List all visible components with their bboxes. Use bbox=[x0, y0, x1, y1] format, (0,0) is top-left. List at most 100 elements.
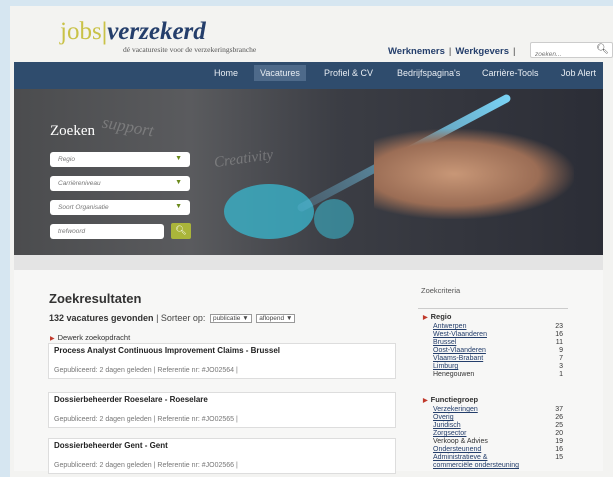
filter-count: 25 bbox=[555, 422, 563, 429]
save-search-label: Dewerk zoekopdracht bbox=[57, 333, 131, 342]
job-title[interactable]: Process Analyst Continuous Improvement C… bbox=[54, 346, 280, 355]
chalk-support: support bbox=[100, 112, 156, 141]
results-count: 132 vacatures gevonden bbox=[49, 313, 154, 323]
filter-count: 16 bbox=[555, 446, 563, 453]
logo-jobs: jobs bbox=[60, 18, 102, 45]
functie-filter-item[interactable]: Verzekeringen 37 bbox=[433, 406, 563, 414]
site-logo[interactable]: jobs|verzekerd bbox=[60, 18, 206, 46]
chevron-down-icon: ▼ bbox=[175, 179, 182, 186]
filter-label: commerciële ondersteuning bbox=[433, 462, 519, 469]
regio-filter-item[interactable]: West-Vlaanderen 16 bbox=[433, 331, 563, 339]
order-select-value: aflopend bbox=[259, 315, 285, 322]
divider: | bbox=[513, 46, 516, 57]
functie-filter-item[interactable]: Zorgsector 20 bbox=[433, 430, 563, 438]
filter-count: 37 bbox=[555, 406, 563, 413]
filter-count: 11 bbox=[555, 339, 563, 346]
functie-filter-item-continued[interactable]: commerciële ondersteuning bbox=[433, 462, 563, 470]
results-title: Zoekresultaten bbox=[49, 291, 142, 306]
regio-filter-item[interactable]: Oost-Vlaanderen 9 bbox=[433, 347, 563, 355]
nav-job-alert[interactable]: Job Alert bbox=[561, 68, 596, 78]
job-card[interactable]: Process Analyst Continuous Improvement C… bbox=[48, 343, 396, 379]
werkgevers-link[interactable]: Werkgevers bbox=[455, 46, 509, 57]
order-select[interactable]: aflopend ▼ bbox=[256, 314, 296, 323]
filter-label: Limburg bbox=[433, 363, 459, 370]
functie-filter-item[interactable]: Overig 26 bbox=[433, 414, 563, 422]
divider: | bbox=[448, 46, 452, 57]
trefwoord-input[interactable]: trefwoord bbox=[50, 224, 164, 239]
search-icon[interactable]: 🔍︎ bbox=[596, 44, 609, 55]
functie-filter-item[interactable]: Juridisch 25 bbox=[433, 422, 563, 430]
regio-filter-item[interactable]: Limburg 3 bbox=[433, 363, 563, 371]
filter-label: Overig bbox=[433, 414, 454, 421]
filter-count: 23 bbox=[555, 323, 563, 330]
regio-filter-item[interactable]: Brussel 11 bbox=[433, 339, 563, 347]
filter-count: 7 bbox=[559, 355, 563, 362]
arrow-right-icon: ▶ bbox=[423, 315, 428, 321]
filter-label: West-Vlaanderen bbox=[433, 331, 487, 338]
job-meta: Gepubliceerd: 2 dagen geleden | Referent… bbox=[54, 367, 238, 374]
arrow-right-icon: ▶ bbox=[423, 398, 428, 404]
chevron-down-icon: ▼ bbox=[175, 155, 182, 162]
job-card[interactable]: Dossierbeheerder Gent - Gent Gepubliceer… bbox=[48, 438, 396, 474]
chevron-down-icon: ▼ bbox=[175, 203, 182, 210]
filter-count: 19 bbox=[555, 438, 563, 445]
hero-banner: support Creativity Zoeken Regio ▼ Carrièr… bbox=[14, 89, 603, 255]
nav-home[interactable]: Home bbox=[214, 68, 238, 78]
functiegroep-heading: ▶ Functiegroep bbox=[423, 395, 478, 404]
filter-label: Juridisch bbox=[433, 422, 461, 429]
soort-organisatie-select[interactable]: Soort Organisatie ▼ bbox=[50, 200, 190, 215]
search-submit-button[interactable]: 🔍︎ bbox=[171, 223, 191, 239]
regio-heading: ▶ Regio bbox=[423, 312, 451, 321]
carriereniveau-select[interactable]: Carrièreniveau ▼ bbox=[50, 176, 190, 191]
soort-organisatie-select-label: Soort Organisatie bbox=[58, 204, 109, 211]
filter-count: 16 bbox=[555, 331, 563, 338]
regio-select-label: Regio bbox=[58, 156, 75, 163]
werknemers-link[interactable]: Werknemers bbox=[388, 46, 445, 57]
filter-label: Oost-Vlaanderen bbox=[433, 347, 486, 354]
paint-splash bbox=[314, 199, 354, 239]
sort-label: Sorteer op: bbox=[160, 313, 206, 323]
search-input[interactable] bbox=[531, 47, 593, 62]
regio-filter-item[interactable]: Vlaams-Brabant 7 bbox=[433, 355, 563, 363]
regio-filter-item[interactable]: Henegouwen 1 bbox=[433, 371, 563, 379]
functie-filter-item[interactable]: Verkoop & Advies 19 bbox=[433, 438, 563, 446]
main-nav: Home Vacatures Profiel & CV Bedrijfspagi… bbox=[14, 62, 603, 89]
nav-vacatures[interactable]: Vacatures bbox=[254, 65, 306, 81]
filter-label: Vlaams-Brabant bbox=[433, 355, 484, 362]
carriereniveau-select-label: Carrièreniveau bbox=[58, 180, 101, 187]
filter-count: 9 bbox=[559, 347, 563, 354]
filter-label: Brussel bbox=[433, 339, 457, 346]
filter-label: Antwerpen bbox=[433, 323, 467, 330]
job-meta: Gepubliceerd: 2 dagen geleden | Referent… bbox=[54, 416, 238, 423]
regio-select[interactable]: Regio ▼ bbox=[50, 152, 190, 167]
hand-graphic bbox=[374, 129, 574, 219]
job-title[interactable]: Dossierbeheerder Gent - Gent bbox=[54, 441, 168, 450]
nav-bedrijfspaginas[interactable]: Bedrijfspagina's bbox=[397, 68, 460, 78]
job-title[interactable]: Dossierbeheerder Roeselare - Roeselare bbox=[54, 395, 208, 404]
functie-filter-item[interactable]: Administratieve & 15 bbox=[433, 454, 563, 462]
filter-count: 3 bbox=[559, 363, 563, 370]
filter-label: Verzekeringen bbox=[433, 406, 478, 413]
search-icon: 🔍︎ bbox=[175, 225, 187, 235]
filter-label: Verkoop & Advies bbox=[433, 438, 488, 445]
site-search: 🔍︎ bbox=[530, 42, 613, 62]
divider bbox=[418, 308, 568, 309]
filter-count: 26 bbox=[555, 414, 563, 421]
results-count-bar: 132 vacatures gevonden | Sorteer op: pub… bbox=[49, 313, 296, 323]
arrow-right-icon: ▶ bbox=[50, 336, 55, 342]
filter-label: Ondersteunend bbox=[433, 446, 482, 453]
nav-carriere-tools[interactable]: Carrière-Tools bbox=[482, 68, 539, 78]
chalk-creativity: Creativity bbox=[213, 146, 275, 172]
job-card[interactable]: Dossierbeheerder Roeselare - Roeselare G… bbox=[48, 392, 396, 428]
filter-count: 15 bbox=[555, 454, 563, 461]
filter-label: Zorgsector bbox=[433, 430, 467, 437]
logo-verzekerd: verzekerd bbox=[107, 18, 206, 45]
nav-profiel-cv[interactable]: Profiel & CV bbox=[324, 68, 373, 78]
sort-select[interactable]: publicatie ▼ bbox=[209, 314, 252, 323]
regio-filter-item[interactable]: Antwerpen 23 bbox=[433, 323, 563, 331]
filter-label: Administratieve & bbox=[433, 454, 488, 461]
save-search-link[interactable]: ▶ Dewerk zoekopdracht bbox=[50, 333, 130, 342]
filter-label: Henegouwen bbox=[433, 371, 475, 378]
functie-filter-item[interactable]: Ondersteunend 16 bbox=[433, 446, 563, 454]
job-meta: Gepubliceerd: 2 dagen geleden | Referent… bbox=[54, 462, 238, 469]
